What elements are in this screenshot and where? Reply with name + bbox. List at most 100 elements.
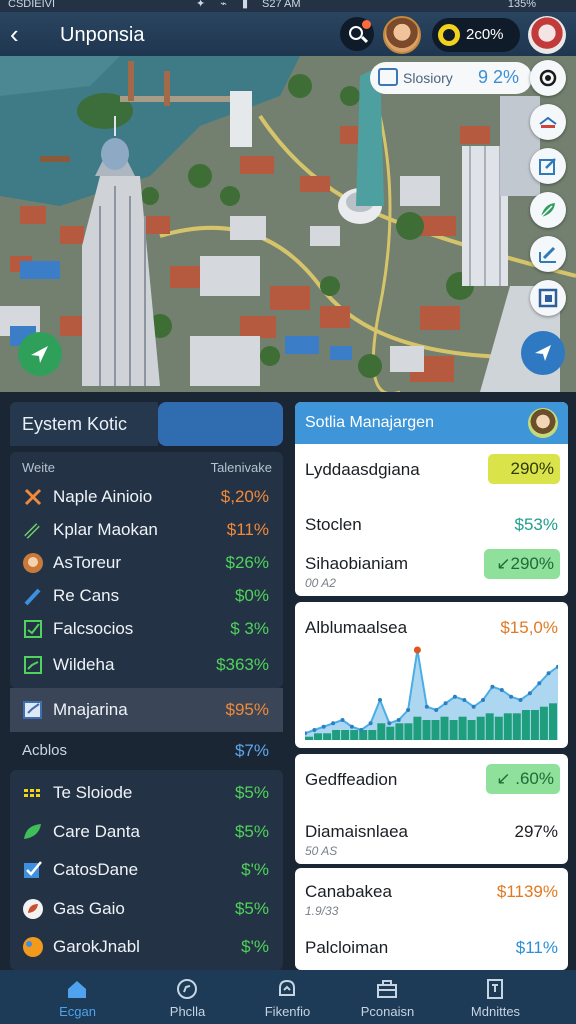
list-item-label: CatosDane — [53, 860, 139, 879]
secondary-list: Te Sloiode $5% Care Danta $5% CatosDane … — [10, 770, 283, 970]
status-badge: ↙290% — [484, 549, 560, 579]
totals-card: Canabakea $1139% 1.9/33 Palcloiman $11% — [295, 868, 568, 970]
confirm-button[interactable] — [18, 332, 62, 376]
city-map[interactable]: Slosiory 9 2% — [0, 56, 576, 392]
chart-bar — [458, 716, 467, 740]
row-label: Canabakea — [305, 882, 392, 901]
list-item-label: Wildeha — [53, 655, 115, 674]
avatar[interactable] — [528, 408, 558, 438]
chart-point — [321, 724, 326, 729]
grid-dots-icon — [24, 789, 40, 797]
list-item[interactable]: AsToreur $26% — [10, 546, 283, 580]
row-label: Sihaobianiam — [305, 554, 409, 573]
chart-bar — [422, 720, 431, 740]
map-list-icon — [378, 68, 398, 86]
section-subheader-value: $7% — [234, 741, 269, 760]
terrain-button[interactable] — [530, 192, 566, 228]
notification-dot — [362, 20, 371, 29]
chart-bar — [323, 733, 332, 740]
pencil-chart-icon — [539, 246, 556, 263]
back-arrow-icon[interactable]: ‹ — [10, 20, 36, 48]
coin-balance[interactable]: 2c0% — [432, 18, 520, 52]
list-item-value: $5% — [234, 822, 269, 841]
search-button[interactable] — [340, 17, 374, 51]
leaf-icon — [540, 203, 555, 218]
nav-alerts[interactable]: Fikenfio — [230, 970, 345, 1024]
chart-check-icon — [24, 656, 42, 674]
page-title: Unponsia — [60, 24, 145, 46]
person-icon — [23, 553, 43, 573]
highlighted-item[interactable]: Mnajarina $95% — [10, 688, 283, 732]
chart-card[interactable]: Alblumaalsea $15,0% — [295, 602, 568, 748]
chart-bar — [341, 730, 350, 740]
list-header-right: Talenivake — [210, 460, 272, 475]
status-bar: CSDIEIVI ✦ ⌁ ▮ S27 AM 135% — [0, 0, 576, 12]
list-item-value: $363% — [216, 655, 269, 674]
chart-bar — [440, 716, 449, 740]
avatar[interactable] — [383, 16, 421, 54]
list-item[interactable]: Naple Ainioio $,20% — [10, 480, 283, 514]
nav-tools[interactable]: Pconaisn — [330, 970, 445, 1024]
home-icon — [68, 981, 86, 998]
chart-point — [481, 698, 485, 702]
battery-label: 135% — [507, 0, 536, 10]
chart-bar — [431, 720, 440, 740]
highlighted-item-label: Mnajarina — [53, 700, 128, 719]
chart-point — [331, 721, 336, 726]
chart-bar — [314, 733, 322, 740]
chart-bar — [395, 723, 404, 740]
frame-button[interactable] — [530, 280, 566, 316]
chart-point — [509, 694, 514, 699]
chart-bar — [539, 706, 548, 740]
list-item[interactable]: GarokJnabl $'% — [10, 930, 283, 964]
list-item[interactable]: Re Cans $0% — [10, 579, 283, 613]
nav-explore-label: Phclla — [169, 1004, 206, 1019]
layers-icon — [539, 116, 557, 128]
list-header-left: Weite — [22, 460, 55, 475]
list-item[interactable]: Care Danta $5% — [10, 815, 283, 849]
locate-button[interactable] — [530, 60, 566, 96]
layers-button[interactable] — [530, 104, 566, 140]
chart-point — [462, 698, 467, 702]
draw-button[interactable] — [530, 236, 566, 272]
chart-point — [396, 718, 401, 722]
chart-point — [518, 698, 523, 702]
edit-map-button[interactable] — [530, 148, 566, 184]
management-card: Sotlia Manajargen Lyddaasdgiana 290% Sto… — [295, 402, 568, 596]
orange-circle-icon — [23, 937, 43, 957]
chart-point — [490, 684, 495, 689]
list-item-label: Falcsocios — [53, 619, 134, 638]
list-item[interactable]: CatosDane $'% — [10, 853, 283, 887]
chart-bar — [512, 713, 521, 740]
route-button[interactable] — [521, 331, 565, 375]
chart-bar — [530, 710, 539, 740]
chart-point — [359, 728, 364, 732]
system-list: Weite Talenivake Naple Ainioio $,20% Kpl… — [10, 452, 283, 688]
list-item[interactable]: Falcsocios $ 3% — [10, 612, 283, 646]
pencil-icon — [24, 523, 40, 539]
map-search-pill[interactable]: Slosiory 9 2% — [370, 62, 532, 94]
profile-avatar[interactable] — [528, 16, 566, 54]
chart-bar — [549, 703, 557, 740]
chart-bar — [476, 716, 485, 740]
checkbox-icon — [24, 620, 42, 638]
nav-minutes[interactable]: Mdnittes — [438, 970, 553, 1024]
list-header: Weite Talenivake — [22, 460, 272, 475]
list-item[interactable]: Wildeha $363% — [10, 648, 283, 682]
nav-explore[interactable]: Phclla — [130, 970, 245, 1024]
chart-bar — [377, 723, 386, 740]
list-item[interactable]: Kplar Maokan $11% — [10, 513, 283, 547]
list-item[interactable]: Gas Gaio $5% — [10, 892, 283, 926]
list-item[interactable]: Te Sloiode $5% — [10, 776, 283, 810]
chart-point — [452, 694, 457, 699]
tab-system[interactable]: Eystem Kotic — [10, 402, 158, 446]
nav-home[interactable]: Ecgan — [20, 970, 135, 1024]
chart-bar — [485, 713, 494, 740]
compass-icon — [177, 979, 197, 999]
chart-bar — [521, 710, 530, 740]
row-label: Stoclen — [305, 515, 362, 534]
row-sub: 00 A2 — [305, 576, 336, 590]
chart-card-value: $15,0% — [500, 618, 558, 637]
tab-secondary[interactable] — [158, 402, 283, 446]
chart-bar — [494, 716, 503, 740]
